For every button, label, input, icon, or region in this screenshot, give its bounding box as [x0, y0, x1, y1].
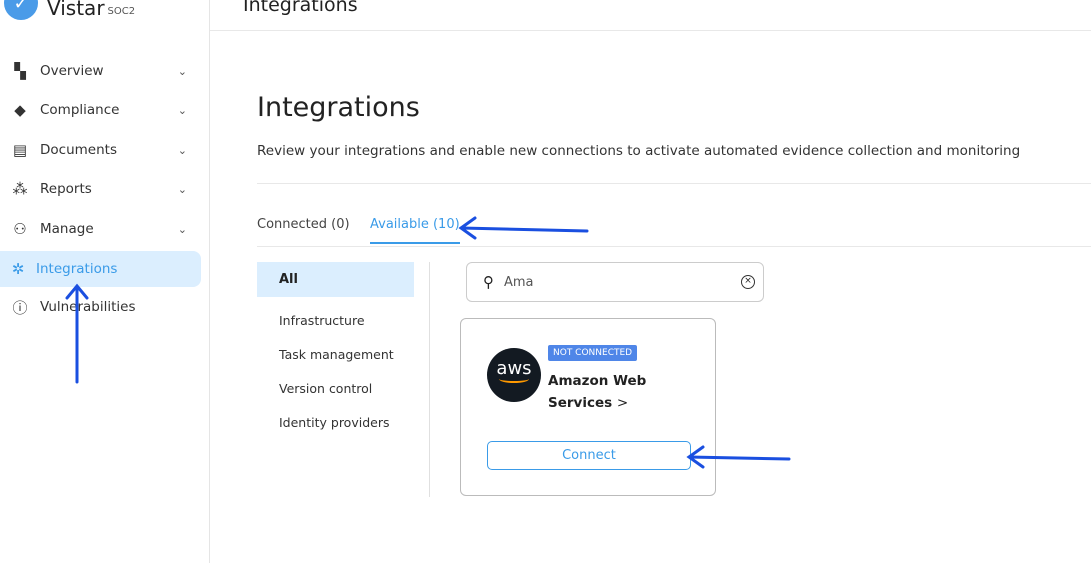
- tab-connected[interactable]: Connected (0): [257, 217, 350, 232]
- category-all[interactable]: All: [257, 262, 414, 297]
- sidebar-item-overview[interactable]: ▚ Overview ⌄: [0, 53, 201, 89]
- chevron-down-icon: ⌄: [177, 64, 187, 78]
- chevron-right-icon: >: [616, 395, 629, 411]
- sidebar-item-label: Vulnerabilities: [40, 299, 136, 315]
- sidebar-item-integrations[interactable]: ✲ Integrations: [0, 251, 201, 287]
- connect-button[interactable]: Connect: [487, 441, 691, 470]
- sparkle-chart-icon: ⁂: [12, 180, 28, 198]
- search-box: ⚲ ×: [466, 262, 764, 302]
- category-identity-providers[interactable]: Identity providers: [279, 415, 389, 430]
- page-description: Review your integrations and enable new …: [257, 143, 1021, 159]
- sidebar-item-manage[interactable]: ⚇ Manage ⌄: [0, 211, 201, 247]
- arrow-annotation: [458, 216, 589, 240]
- sidebar-item-label: Overview: [40, 63, 104, 79]
- brand-sub: SOC2: [107, 6, 136, 17]
- category-infrastructure[interactable]: Infrastructure: [279, 313, 365, 328]
- sidebar-item-label: Compliance: [40, 102, 120, 118]
- page-title: Integrations: [257, 92, 420, 123]
- sidebar-item-label: Manage: [40, 221, 94, 237]
- clear-icon[interactable]: ×: [741, 275, 755, 289]
- sidebar-item-documents[interactable]: ▤ Documents ⌄: [0, 132, 201, 168]
- sidebar-item-compliance[interactable]: ◆ Compliance ⌄: [0, 92, 201, 128]
- aws-logo: aws: [487, 348, 541, 402]
- category-version-control[interactable]: Version control: [279, 381, 372, 396]
- chevron-down-icon: ⌄: [177, 222, 187, 236]
- alert-circle-icon: ⓘ: [12, 298, 28, 317]
- status-badge: NOT CONNECTED: [548, 345, 638, 361]
- logo-v-icon: ✓: [4, 0, 38, 20]
- users-icon: ⚇: [13, 220, 27, 238]
- header-title: Integrations: [243, 0, 358, 16]
- sidebar-item-label: Documents: [40, 142, 117, 158]
- brand-name: Vistar: [47, 0, 105, 20]
- sidebar-item-vulnerabilities[interactable]: ⓘ Vulnerabilities: [0, 289, 201, 325]
- diamond-icon: ◆: [14, 101, 26, 119]
- top-bar: Integrations: [210, 0, 1091, 31]
- search-input[interactable]: [504, 274, 724, 290]
- chevron-down-icon: ⌄: [177, 143, 187, 157]
- sidebar-item-label: Integrations: [36, 261, 118, 277]
- sidebar: ✓ Vistar SOC2 ▚ Overview ⌄ ◆ Compliance ⌄ ▤ D…: [0, 0, 210, 563]
- sidebar-item-label: Reports: [40, 181, 92, 197]
- puzzle-icon: ✲: [11, 260, 25, 278]
- integration-name-link[interactable]: Amazon Web Services >: [548, 370, 668, 414]
- document-icon: ▤: [12, 141, 28, 159]
- dashboard-icon: ▚: [14, 62, 26, 80]
- brand-logo[interactable]: ✓ Vistar SOC2: [4, 0, 135, 20]
- tab-available[interactable]: Available (10): [370, 217, 460, 244]
- chevron-down-icon: ⌄: [177, 182, 187, 196]
- search-icon: ⚲: [483, 273, 494, 291]
- chevron-down-icon: ⌄: [177, 103, 187, 117]
- sidebar-item-reports[interactable]: ⁂ Reports ⌄: [0, 171, 201, 207]
- category-task-management[interactable]: Task management: [279, 347, 394, 362]
- divider: [429, 262, 430, 497]
- divider: [257, 246, 1091, 247]
- integration-card-aws[interactable]: aws NOT CONNECTED Amazon Web Services > …: [460, 318, 716, 496]
- divider: [257, 183, 1091, 184]
